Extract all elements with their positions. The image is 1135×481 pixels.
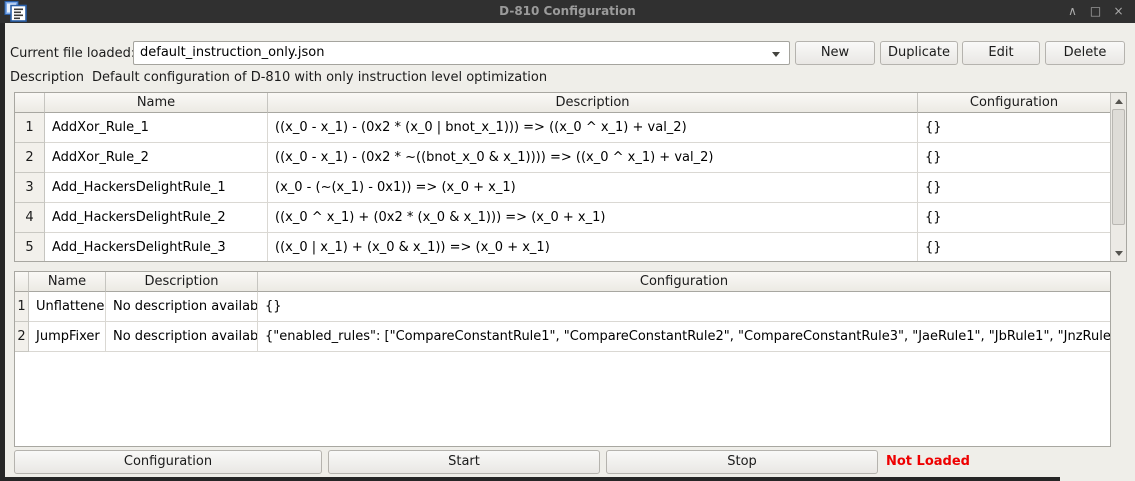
description-row: Description Default configuration of D-8…	[10, 70, 547, 85]
rule-name-cell[interactable]: Add_HackersDelightRule_3	[45, 233, 268, 262]
status-badge: Not Loaded	[886, 450, 970, 474]
rule-name-cell[interactable]: Add_HackersDelightRule_2	[45, 203, 268, 233]
close-icon[interactable]: ×	[1107, 0, 1130, 23]
rule-description-cell[interactable]: ((x_0 | x_1) + (x_0 & x_1)) => (x_0 + x_…	[268, 233, 918, 262]
maximize-icon[interactable]: □	[1084, 0, 1107, 23]
rule-description-cell[interactable]: ((x_0 - x_1) - (0x2 * (x_0 | bnot_x_1)))…	[268, 113, 918, 143]
scroll-down-icon[interactable]	[1111, 245, 1126, 261]
title-bar[interactable]: D-810 Configuration ∧ □ ×	[0, 0, 1135, 23]
config-file-select[interactable]: default_instruction_only.json	[133, 41, 790, 65]
duplicate-button[interactable]: Duplicate	[880, 41, 958, 65]
row-number: 2	[15, 322, 29, 352]
table-row[interactable]: 1 Unflattener No description available {…	[15, 292, 1110, 322]
delete-button[interactable]: Delete	[1045, 41, 1125, 65]
new-button[interactable]: New	[795, 41, 875, 65]
config-file-value: default_instruction_only.json	[140, 45, 324, 60]
row-number: 3	[15, 173, 45, 203]
description-text: Default configuration of D-810 with only…	[92, 70, 547, 85]
window-controls: ∧ □ ×	[1061, 0, 1130, 23]
table-row[interactable]: 2 AddXor_Rule_2 ((x_0 - x_1) - (0x2 * ~(…	[15, 143, 1126, 173]
edit-button[interactable]: Edit	[962, 41, 1040, 65]
rule-configuration-cell[interactable]: {}	[918, 203, 1110, 233]
table-row[interactable]: 3 Add_HackersDelightRule_1 (x_0 - (~(x_1…	[15, 173, 1126, 203]
blocks-header-description[interactable]: Description	[106, 272, 258, 292]
start-button[interactable]: Start	[328, 450, 600, 474]
current-file-label: Current file loaded:	[10, 46, 135, 61]
rule-name-cell[interactable]: AddXor_Rule_2	[45, 143, 268, 173]
rule-configuration-cell[interactable]: {}	[918, 173, 1110, 203]
blocks-table-header: Name Description Configuration	[15, 272, 1110, 292]
block-description-cell[interactable]: No description available	[106, 322, 258, 352]
stop-button[interactable]: Stop	[606, 450, 878, 474]
row-number: 5	[15, 233, 45, 262]
description-label: Description	[10, 70, 84, 85]
table-row[interactable]: 2 JumpFixer No description available {"e…	[15, 322, 1110, 352]
block-description-cell[interactable]: No description available	[106, 292, 258, 322]
row-number: 4	[15, 203, 45, 233]
window-title: D-810 Configuration	[0, 0, 1135, 23]
scrollbar-thumb[interactable]	[1112, 109, 1125, 225]
rule-configuration-cell[interactable]: {}	[918, 233, 1110, 262]
corner-header	[15, 272, 29, 292]
rule-name-cell[interactable]: AddXor_Rule_1	[45, 113, 268, 143]
rule-configuration-cell[interactable]: {}	[918, 143, 1110, 173]
shade-icon[interactable]: ∧	[1061, 0, 1084, 23]
table-row[interactable]: 5 Add_HackersDelightRule_3 ((x_0 | x_1) …	[15, 233, 1126, 262]
block-name-cell[interactable]: Unflattener	[29, 292, 106, 322]
row-number: 2	[15, 143, 45, 173]
configuration-button[interactable]: Configuration	[14, 450, 322, 474]
rules-table: Name Description Configuration 1 AddXor_…	[14, 92, 1127, 262]
scroll-up-icon[interactable]	[1111, 93, 1126, 109]
rule-configuration-cell[interactable]: {}	[918, 113, 1110, 143]
rule-description-cell[interactable]: ((x_0 - x_1) - (0x2 * ~((bnot_x_0 & x_1)…	[268, 143, 918, 173]
chevron-down-icon	[772, 52, 780, 57]
row-number: 1	[15, 113, 45, 143]
window-shadow	[0, 477, 1060, 481]
row-number: 1	[15, 292, 29, 322]
block-name-cell[interactable]: JumpFixer	[29, 322, 106, 352]
rules-header-description[interactable]: Description	[268, 93, 918, 113]
d810-configuration-window: D-810 Configuration ∧ □ × Current file l…	[0, 0, 1135, 481]
rules-header-configuration[interactable]: Configuration	[918, 93, 1110, 113]
rule-name-cell[interactable]: Add_HackersDelightRule_1	[45, 173, 268, 203]
rule-description-cell[interactable]: (x_0 - (~(x_1) - 0x1)) => (x_0 + x_1)	[268, 173, 918, 203]
rules-header-name[interactable]: Name	[45, 93, 268, 113]
rules-table-header: Name Description Configuration	[15, 93, 1126, 113]
table-row[interactable]: 1 AddXor_Rule_1 ((x_0 - x_1) - (0x2 * (x…	[15, 113, 1126, 143]
blocks-header-configuration[interactable]: Configuration	[258, 272, 1110, 292]
vertical-scrollbar[interactable]	[1110, 93, 1126, 261]
rule-description-cell[interactable]: ((x_0 ^ x_1) + (0x2 * (x_0 & x_1))) => (…	[268, 203, 918, 233]
blocks-table: Name Description Configuration 1 Unflatt…	[14, 271, 1111, 447]
blocks-header-name[interactable]: Name	[29, 272, 106, 292]
corner-header	[15, 93, 45, 113]
block-configuration-cell[interactable]: {}	[258, 292, 1110, 322]
table-row[interactable]: 4 Add_HackersDelightRule_2 ((x_0 ^ x_1) …	[15, 203, 1126, 233]
block-configuration-cell[interactable]: {"enabled_rules": ["CompareConstantRule1…	[258, 322, 1110, 352]
window-content: Current file loaded: default_instruction…	[5, 23, 1135, 481]
